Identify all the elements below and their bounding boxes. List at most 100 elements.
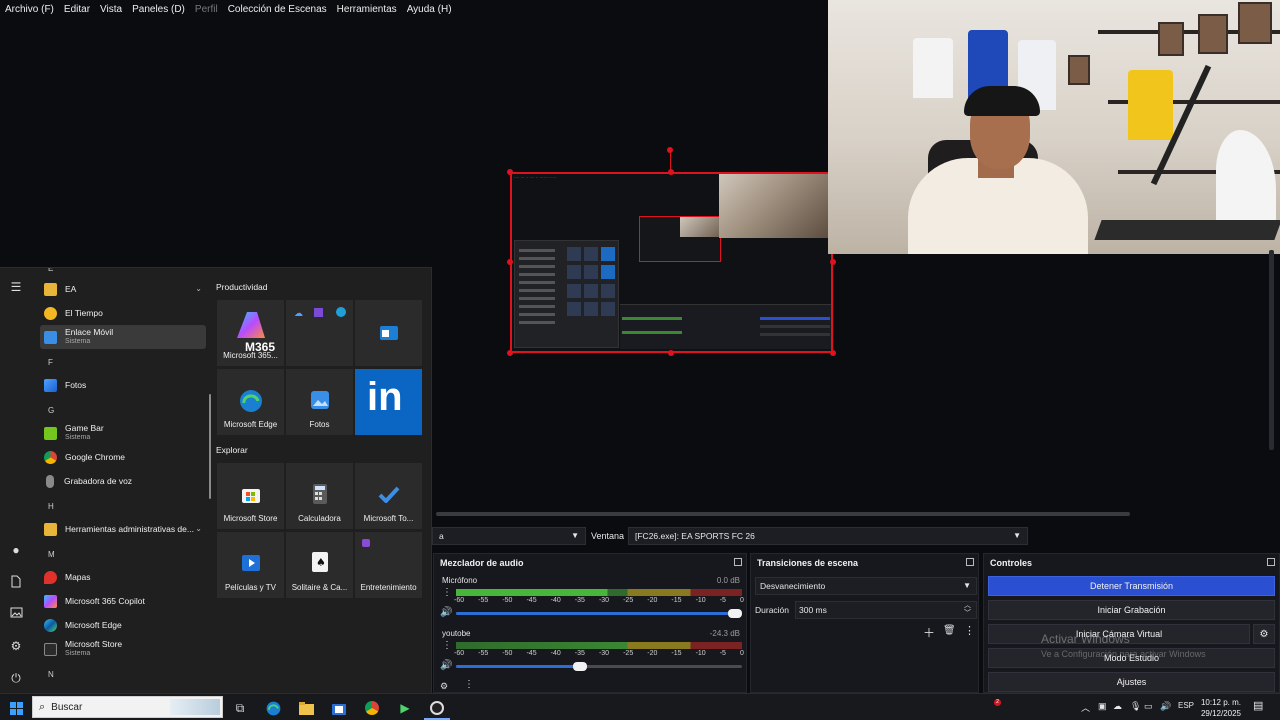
tile-entretenimiento[interactable]: Entretenimiento	[355, 532, 422, 598]
speaker-icon[interactable]: 🔊	[440, 607, 452, 618]
language-indicator[interactable]: ESP	[1178, 701, 1194, 710]
source-combo-left[interactable]: a ▼	[432, 527, 586, 545]
network-icon[interactable]: ▭	[1144, 701, 1153, 712]
menu-herramientas[interactable]: Herramientas	[337, 4, 397, 15]
resize-handle-bl[interactable]	[507, 350, 513, 356]
power-icon[interactable]: ⏻	[9, 671, 23, 685]
virtual-camera-settings-icon[interactable]: ⚙	[1253, 624, 1275, 644]
add-transition-icon[interactable]: ＋	[923, 624, 935, 641]
spin-arrows-icon[interactable]: ︿ ﹀	[964, 602, 971, 618]
tile-microsoft-store[interactable]: Microsoft Store	[217, 463, 284, 529]
taskbar-clock[interactable]: 10:12 p. m. 29/12/2025	[1196, 697, 1246, 719]
resize-handle-br[interactable]	[830, 350, 836, 356]
list-item-game-bar[interactable]: Game Bar Sistema	[40, 422, 206, 444]
list-item-enlace-movil[interactable]: Enlace Móvil Sistema	[40, 325, 206, 349]
undock-icon[interactable]	[966, 558, 974, 566]
hamburger-menu-icon[interactable]: ☰	[9, 280, 23, 294]
volume-slider-mic[interactable]	[456, 609, 742, 618]
tile-linkedin[interactable]: in	[355, 369, 422, 435]
taskbar-search-box[interactable]: ⌕ Buscar	[32, 696, 223, 718]
transition-menu-icon[interactable]: ⋮	[964, 624, 975, 637]
resize-handle-b[interactable]	[668, 350, 674, 356]
resize-handle-t[interactable]	[668, 169, 674, 175]
list-item-el-tiempo[interactable]: El Tiempo	[40, 302, 206, 324]
tile-peliculas-tv[interactable]: Películas y TV	[217, 532, 284, 598]
stop-streaming-button[interactable]: Detener Transmisión	[988, 576, 1275, 596]
menu-archivo[interactable]: Archivo (F)	[5, 4, 54, 15]
list-item-grabadora[interactable]: Grabadora de voz	[40, 470, 206, 492]
tile-calculadora[interactable]: Calculadora	[286, 463, 353, 529]
tile-outlook[interactable]	[355, 300, 422, 366]
list-item-fotos[interactable]: Fotos	[40, 374, 206, 396]
taskbar-app-icon[interactable]: ▶	[397, 700, 413, 716]
volume-slider-knob[interactable]	[728, 609, 742, 618]
group-header-productividad[interactable]: Productividad	[216, 282, 268, 292]
resize-handle-l[interactable]	[507, 259, 513, 265]
notifications-icon[interactable]: ▤	[1253, 699, 1263, 712]
undock-icon[interactable]	[734, 558, 742, 566]
list-item-ms-edge[interactable]: Microsoft Edge	[40, 614, 206, 636]
tray-app-icon[interactable]: ▣	[1098, 701, 1107, 712]
settings-gear-icon[interactable]: ⚙	[9, 639, 23, 653]
letter-header-f[interactable]: F	[48, 358, 53, 367]
menu-paneles[interactable]: Paneles (D)	[132, 4, 185, 15]
menu-ayuda[interactable]: Ayuda (H)	[407, 4, 452, 15]
preview-horizontal-scrollbar[interactable]	[436, 512, 1130, 516]
volume-slider-youtobe[interactable]	[456, 662, 742, 671]
letter-header-m[interactable]: M	[48, 550, 55, 559]
trash-icon[interactable]: 🗑	[943, 625, 956, 636]
tile-microsoft-todo[interactable]: Microsoft To...	[355, 463, 422, 529]
preview-vertical-scrollbar[interactable]	[1269, 250, 1274, 450]
settings-button[interactable]: Ajustes	[988, 672, 1275, 692]
rotation-handle[interactable]	[667, 147, 673, 153]
channel-menu-icon[interactable]: ⋮	[442, 641, 452, 651]
resize-handle-tl[interactable]	[507, 169, 513, 175]
volume-icon[interactable]: 🔊	[1160, 701, 1171, 712]
taskbar-chrome-icon[interactable]	[364, 700, 380, 716]
tray-cloud-icon[interactable]: ☁	[1113, 701, 1122, 712]
tile-office-folder[interactable]: ☁	[286, 300, 353, 366]
start-list-scrollbar[interactable]	[209, 394, 211, 499]
speaker-icon[interactable]: 🔊	[440, 660, 452, 671]
resize-handle-r[interactable]	[830, 259, 836, 265]
undock-icon[interactable]	[1267, 558, 1275, 566]
letter-header-n[interactable]: N	[48, 670, 54, 679]
taskbar-edge-icon[interactable]	[265, 700, 281, 716]
tile-microsoft-365[interactable]: M365 Microsoft 365...	[217, 300, 284, 366]
tile-microsoft-edge[interactable]: Microsoft Edge	[217, 369, 284, 435]
tile-solitaire[interactable]: ♠ Solitaire & Ca...	[286, 532, 353, 598]
user-avatar-icon[interactable]: ●	[9, 543, 23, 557]
tile-fotos[interactable]: Fotos	[286, 369, 353, 435]
list-item-mapas[interactable]: Mapas	[40, 566, 206, 588]
list-item-m365-copilot[interactable]: Microsoft 365 Copilot	[40, 590, 206, 612]
letter-header-g[interactable]: G	[48, 406, 54, 415]
menu-perfil[interactable]: Perfil	[195, 4, 218, 15]
list-item-google-chrome[interactable]: Google Chrome	[40, 446, 206, 468]
group-header-explorar[interactable]: Explorar	[216, 445, 248, 455]
menu-vista[interactable]: Vista	[100, 4, 122, 15]
mixer-menu-icon[interactable]: ⋮	[464, 679, 474, 690]
show-hidden-icons-chevron[interactable]: ︿	[1081, 701, 1090, 714]
transition-type-select[interactable]: Desvanecimiento ▼	[755, 577, 977, 595]
menu-coleccion-escenas[interactable]: Colección de Escenas	[228, 4, 327, 15]
list-item-herramientas[interactable]: Herramientas administrativas de... ⌄	[40, 518, 206, 540]
window-select[interactable]: [FC26.exe]: EA SPORTS FC 26 ▼	[628, 527, 1028, 545]
documents-icon[interactable]	[9, 575, 23, 589]
selected-source-preview[interactable]: ···· ··· ·· ···· ·· ······· ·····	[510, 172, 833, 353]
taskbar-store-icon[interactable]	[331, 700, 347, 716]
volume-slider-knob[interactable]	[572, 662, 587, 671]
list-item-ea-folder[interactable]: EA ⌄	[40, 278, 206, 300]
menu-editar[interactable]: Editar	[64, 4, 90, 15]
task-view-icon[interactable]: ⧉	[232, 700, 248, 716]
channel-menu-icon[interactable]: ⋮	[442, 588, 452, 598]
list-item-ms-store[interactable]: Microsoft Store Sistema	[40, 638, 206, 660]
advanced-audio-gear-icon[interactable]: ⚙	[440, 681, 448, 692]
windows-start-icon[interactable]	[8, 700, 24, 716]
duration-spinbox[interactable]: 300 ms ︿ ﹀	[795, 601, 977, 619]
start-recording-button[interactable]: Iniciar Grabación	[988, 600, 1275, 620]
pictures-icon[interactable]	[9, 607, 23, 621]
file-explorer-icon[interactable]	[298, 700, 314, 716]
tray-mic-icon[interactable]: 🎙	[1130, 701, 1141, 712]
letter-header-h[interactable]: H	[48, 502, 54, 511]
taskbar-obs-icon[interactable]	[429, 700, 445, 716]
